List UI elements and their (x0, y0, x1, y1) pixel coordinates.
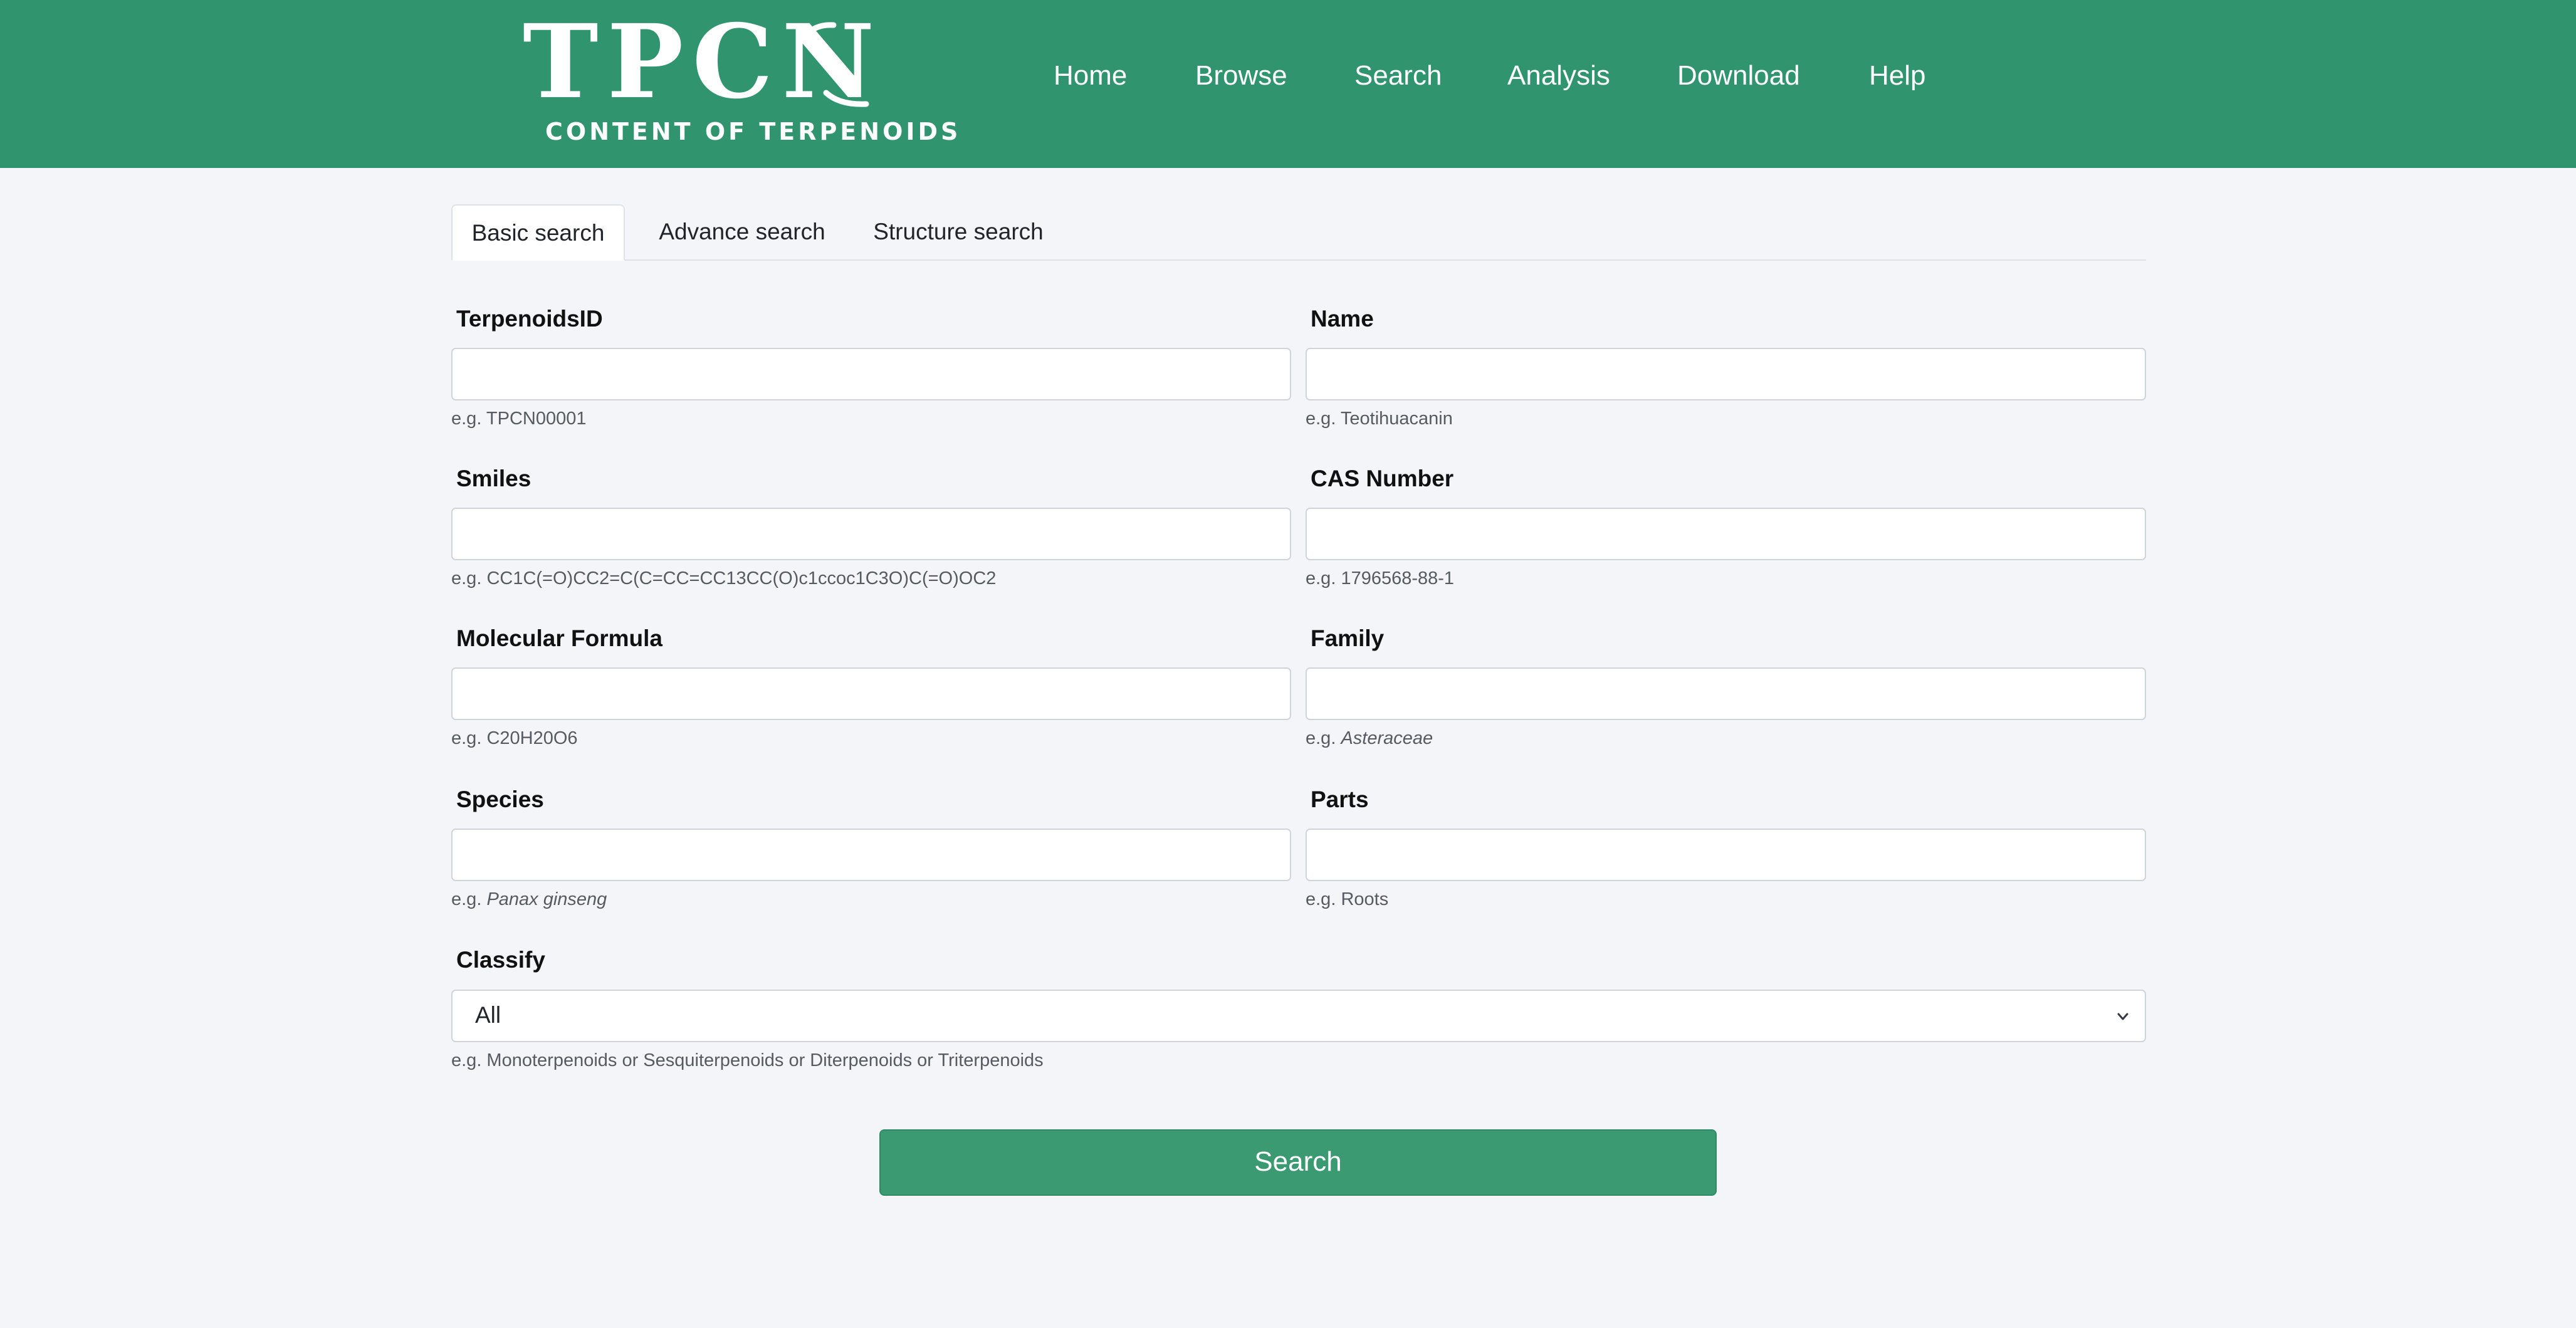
nav-help[interactable]: Help (1869, 60, 1926, 91)
family-label: Family (1311, 625, 1385, 651)
classify-hint: e.g. Monoterpenoids or Sesquiterpenoids … (451, 1050, 1044, 1070)
terpenoidsid-hint: e.g. TPCN00001 (451, 409, 587, 429)
search-button[interactable]: Search (879, 1129, 1717, 1196)
classify-label: Classify (456, 947, 545, 973)
parts-label: Parts (1311, 787, 1369, 812)
chevron-down-icon (2117, 1013, 2128, 1020)
nav-download[interactable]: Download (1677, 60, 1800, 91)
name-label: Name (1311, 306, 1374, 332)
parts-input[interactable] (1306, 829, 2146, 881)
nav-browse[interactable]: Browse (1195, 60, 1287, 91)
nav-search[interactable]: Search (1354, 60, 1442, 91)
terpenoidsid-input[interactable] (451, 348, 1291, 400)
cas-number-input[interactable] (1306, 508, 2146, 560)
nav-analysis[interactable]: Analysis (1507, 60, 1610, 91)
smiles-hint: e.g. CC1C(=O)CC2=C(C=CC=CC13CC(O)c1ccoc1… (451, 568, 997, 588)
search-tabs: Basic search Advance search Structure se… (451, 204, 2146, 261)
site-logo[interactable]: TPCN CONTENT OF TERPENOIDS (520, 11, 958, 155)
smiles-input[interactable] (451, 508, 1291, 560)
molecular-formula-hint: e.g. C20H20O6 (451, 728, 578, 748)
classify-select[interactable]: All (451, 990, 2146, 1042)
nav-home[interactable]: Home (1054, 60, 1127, 91)
cas-number-hint: e.g. 1796568-88-1 (1306, 568, 1455, 588)
smiles-label: Smiles (456, 466, 531, 491)
family-hint: e.g. Asteraceae (1306, 728, 1433, 748)
molecular-formula-input[interactable] (451, 667, 1291, 720)
logo-text: TPCN (523, 3, 884, 122)
parts-hint: e.g. Roots (1306, 889, 1389, 909)
tab-structure-search[interactable]: Structure search (849, 204, 1068, 259)
site-header: TPCN CONTENT OF TERPENOIDS Home Browse S… (0, 0, 2576, 168)
species-input[interactable] (451, 829, 1291, 881)
logo-subtitle: CONTENT OF TERPENOIDS (545, 118, 961, 145)
classify-selected-value: All (475, 1002, 501, 1028)
cas-number-label: CAS Number (1311, 466, 1454, 491)
molecular-formula-label: Molecular Formula (456, 625, 662, 651)
terpenoidsid-label: TerpenoidsID (456, 306, 603, 332)
name-input[interactable] (1306, 348, 2146, 400)
species-label: Species (456, 787, 544, 812)
species-hint: e.g. Panax ginseng (451, 889, 607, 909)
family-input[interactable] (1306, 667, 2146, 720)
tab-basic-search[interactable]: Basic search (451, 204, 625, 261)
name-hint: e.g. Teotihuacanin (1306, 409, 1453, 429)
tab-advance-search[interactable]: Advance search (636, 204, 849, 259)
